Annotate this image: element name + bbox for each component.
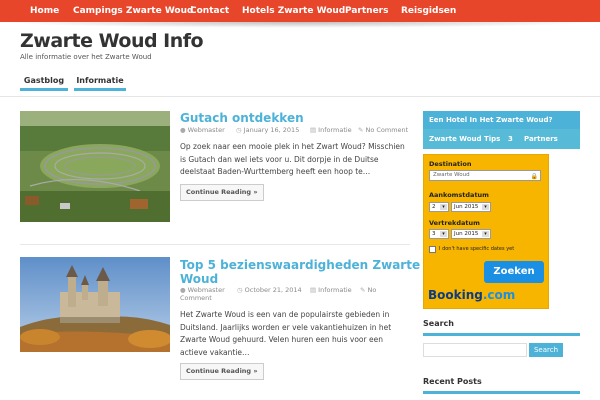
booking-logo-suffix: .com bbox=[482, 288, 516, 302]
chevron-down-icon: ▾ bbox=[440, 231, 447, 237]
post-comments-wrap: ✎ No bbox=[360, 286, 376, 294]
post-title-line[interactable]: Woud bbox=[180, 272, 420, 286]
post-comments[interactable]: No bbox=[367, 286, 376, 294]
post-category-wrap: ▤ Informatie bbox=[310, 286, 352, 294]
post-author[interactable]: Webmaster bbox=[188, 286, 225, 294]
post-thumbnail-gutach[interactable] bbox=[20, 111, 170, 222]
chevron-down-icon: ▾ bbox=[482, 204, 489, 210]
continue-reading-button[interactable]: Continue Reading » bbox=[180, 363, 264, 380]
search-input[interactable] bbox=[423, 343, 527, 357]
checkout-month-select[interactable]: Jun 2015 ▾ bbox=[451, 229, 491, 239]
post-category[interactable]: Informatie bbox=[318, 286, 352, 294]
user-icon: ● bbox=[180, 286, 186, 294]
comment-icon: ✎ bbox=[360, 286, 366, 294]
search-button[interactable]: Search bbox=[529, 343, 563, 357]
no-dates-label: I don't have specific dates yet bbox=[439, 246, 515, 252]
top-navigation: Home Campings Zwarte Woud Contact Hotels… bbox=[0, 0, 600, 28]
destination-input[interactable]: Zwarte Woud 🔒 bbox=[429, 170, 541, 181]
tab-count[interactable]: 3 bbox=[508, 129, 513, 149]
sidebar-tabs: Zwarte Woud Tips 3 Partners bbox=[423, 129, 580, 149]
search-title-underline bbox=[423, 333, 580, 336]
post-date-wrap: ◷ October 21, 2014 bbox=[237, 286, 302, 294]
nav-item-campings[interactable]: Campings Zwarte Woud bbox=[73, 0, 193, 22]
post-category[interactable]: Informatie bbox=[318, 126, 352, 134]
post-excerpt: Het Zwarte Woud is een van de populairst… bbox=[180, 310, 392, 357]
post-comments[interactable]: No Comment bbox=[365, 126, 408, 134]
continue-reading-button[interactable]: Continue Reading » bbox=[180, 184, 264, 201]
booking-logo-main: Booking bbox=[428, 288, 483, 302]
nav-item-partners[interactable]: Partners bbox=[345, 0, 388, 22]
search-widget-title: Search bbox=[423, 319, 454, 328]
recent-posts-underline bbox=[423, 391, 580, 394]
subnav-item-informatie[interactable]: Informatie bbox=[74, 73, 126, 91]
post-meta: ● Webmaster bbox=[180, 286, 225, 294]
nav-item-hotels[interactable]: Hotels Zwarte Woud bbox=[242, 0, 345, 22]
tab-partners[interactable]: Partners bbox=[524, 129, 558, 149]
checkout-day-select[interactable]: 3 ▾ bbox=[429, 229, 449, 239]
post-date-wrap: ◷ January 16, 2015 bbox=[236, 126, 299, 134]
post-excerpt: Op zoek naar een mooie plek in het Zwart… bbox=[180, 142, 405, 176]
nav-item-contact[interactable]: Contact bbox=[190, 0, 229, 22]
clock-icon: ◷ bbox=[237, 286, 243, 294]
alpine-coaster-image bbox=[20, 111, 170, 222]
post-separator bbox=[20, 244, 410, 245]
post-thumbnail-castle[interactable] bbox=[20, 257, 170, 352]
post-title[interactable]: Gutach ontdekken bbox=[180, 111, 304, 125]
recent-posts-title: Recent Posts bbox=[423, 377, 482, 386]
post-category-wrap: ▤ Informatie bbox=[310, 126, 352, 134]
chevron-down-icon: ▾ bbox=[440, 204, 447, 210]
destination-label: Destination bbox=[429, 160, 472, 168]
post-title-line[interactable]: Top 5 bezienswaardigheden Zwarte bbox=[180, 258, 420, 272]
post-comments-cont[interactable]: Comment bbox=[180, 294, 212, 302]
castle-image bbox=[20, 257, 170, 352]
nav-shadow bbox=[0, 22, 600, 28]
comment-icon: ✎ bbox=[358, 126, 364, 134]
chevron-down-icon: ▾ bbox=[482, 231, 489, 237]
checkout-day-value: 3 bbox=[432, 231, 436, 237]
destination-value: Zwarte Woud bbox=[433, 172, 470, 178]
post-date: January 16, 2015 bbox=[243, 126, 300, 134]
lock-icon: 🔒 bbox=[530, 173, 538, 180]
checkout-label: Vertrekdatum bbox=[429, 219, 480, 227]
hotel-widget-header: Een Hotel In Het Zwarte Woud? bbox=[423, 111, 580, 129]
site-title[interactable]: Zwarte Woud Info bbox=[20, 30, 204, 52]
folder-icon: ▤ bbox=[310, 126, 317, 134]
booking-search-button[interactable]: Zoeken bbox=[484, 261, 544, 283]
nav-item-home[interactable]: Home bbox=[30, 0, 59, 22]
checkin-day-select[interactable]: 2 ▾ bbox=[429, 202, 449, 212]
header-divider bbox=[0, 96, 600, 97]
post-title[interactable]: Top 5 bezienswaardigheden Zwarte Woud bbox=[180, 258, 420, 286]
checkin-label: Aankomstdatum bbox=[429, 191, 489, 199]
booking-logo[interactable]: Booking.com bbox=[428, 288, 515, 302]
post-author[interactable]: Webmaster bbox=[188, 126, 225, 134]
post-meta: ● Webmaster bbox=[180, 126, 225, 134]
tab-zwarte-woud-tips[interactable]: Zwarte Woud Tips bbox=[429, 129, 500, 149]
post-comments-wrap: ✎ No Comment bbox=[358, 126, 408, 134]
booking-widget: Destination Zwarte Woud 🔒 Aankomstdatum … bbox=[423, 154, 549, 309]
checkout-month-value: Jun 2015 bbox=[454, 231, 479, 237]
site-description: Alle informatie over het Zwarte Woud bbox=[20, 53, 152, 61]
checkin-month-value: Jun 2015 bbox=[454, 204, 479, 210]
no-dates-checkbox[interactable] bbox=[429, 246, 436, 253]
post-date: October 21, 2014 bbox=[244, 286, 302, 294]
folder-icon: ▤ bbox=[310, 286, 317, 294]
clock-icon: ◷ bbox=[236, 126, 242, 134]
checkin-day-value: 2 bbox=[432, 204, 436, 210]
nav-item-reisgidsen[interactable]: Reisgidsen bbox=[401, 0, 456, 22]
subnav-item-gastblog[interactable]: Gastblog bbox=[20, 73, 68, 91]
checkin-month-select[interactable]: Jun 2015 ▾ bbox=[451, 202, 491, 212]
user-icon: ● bbox=[180, 126, 186, 134]
